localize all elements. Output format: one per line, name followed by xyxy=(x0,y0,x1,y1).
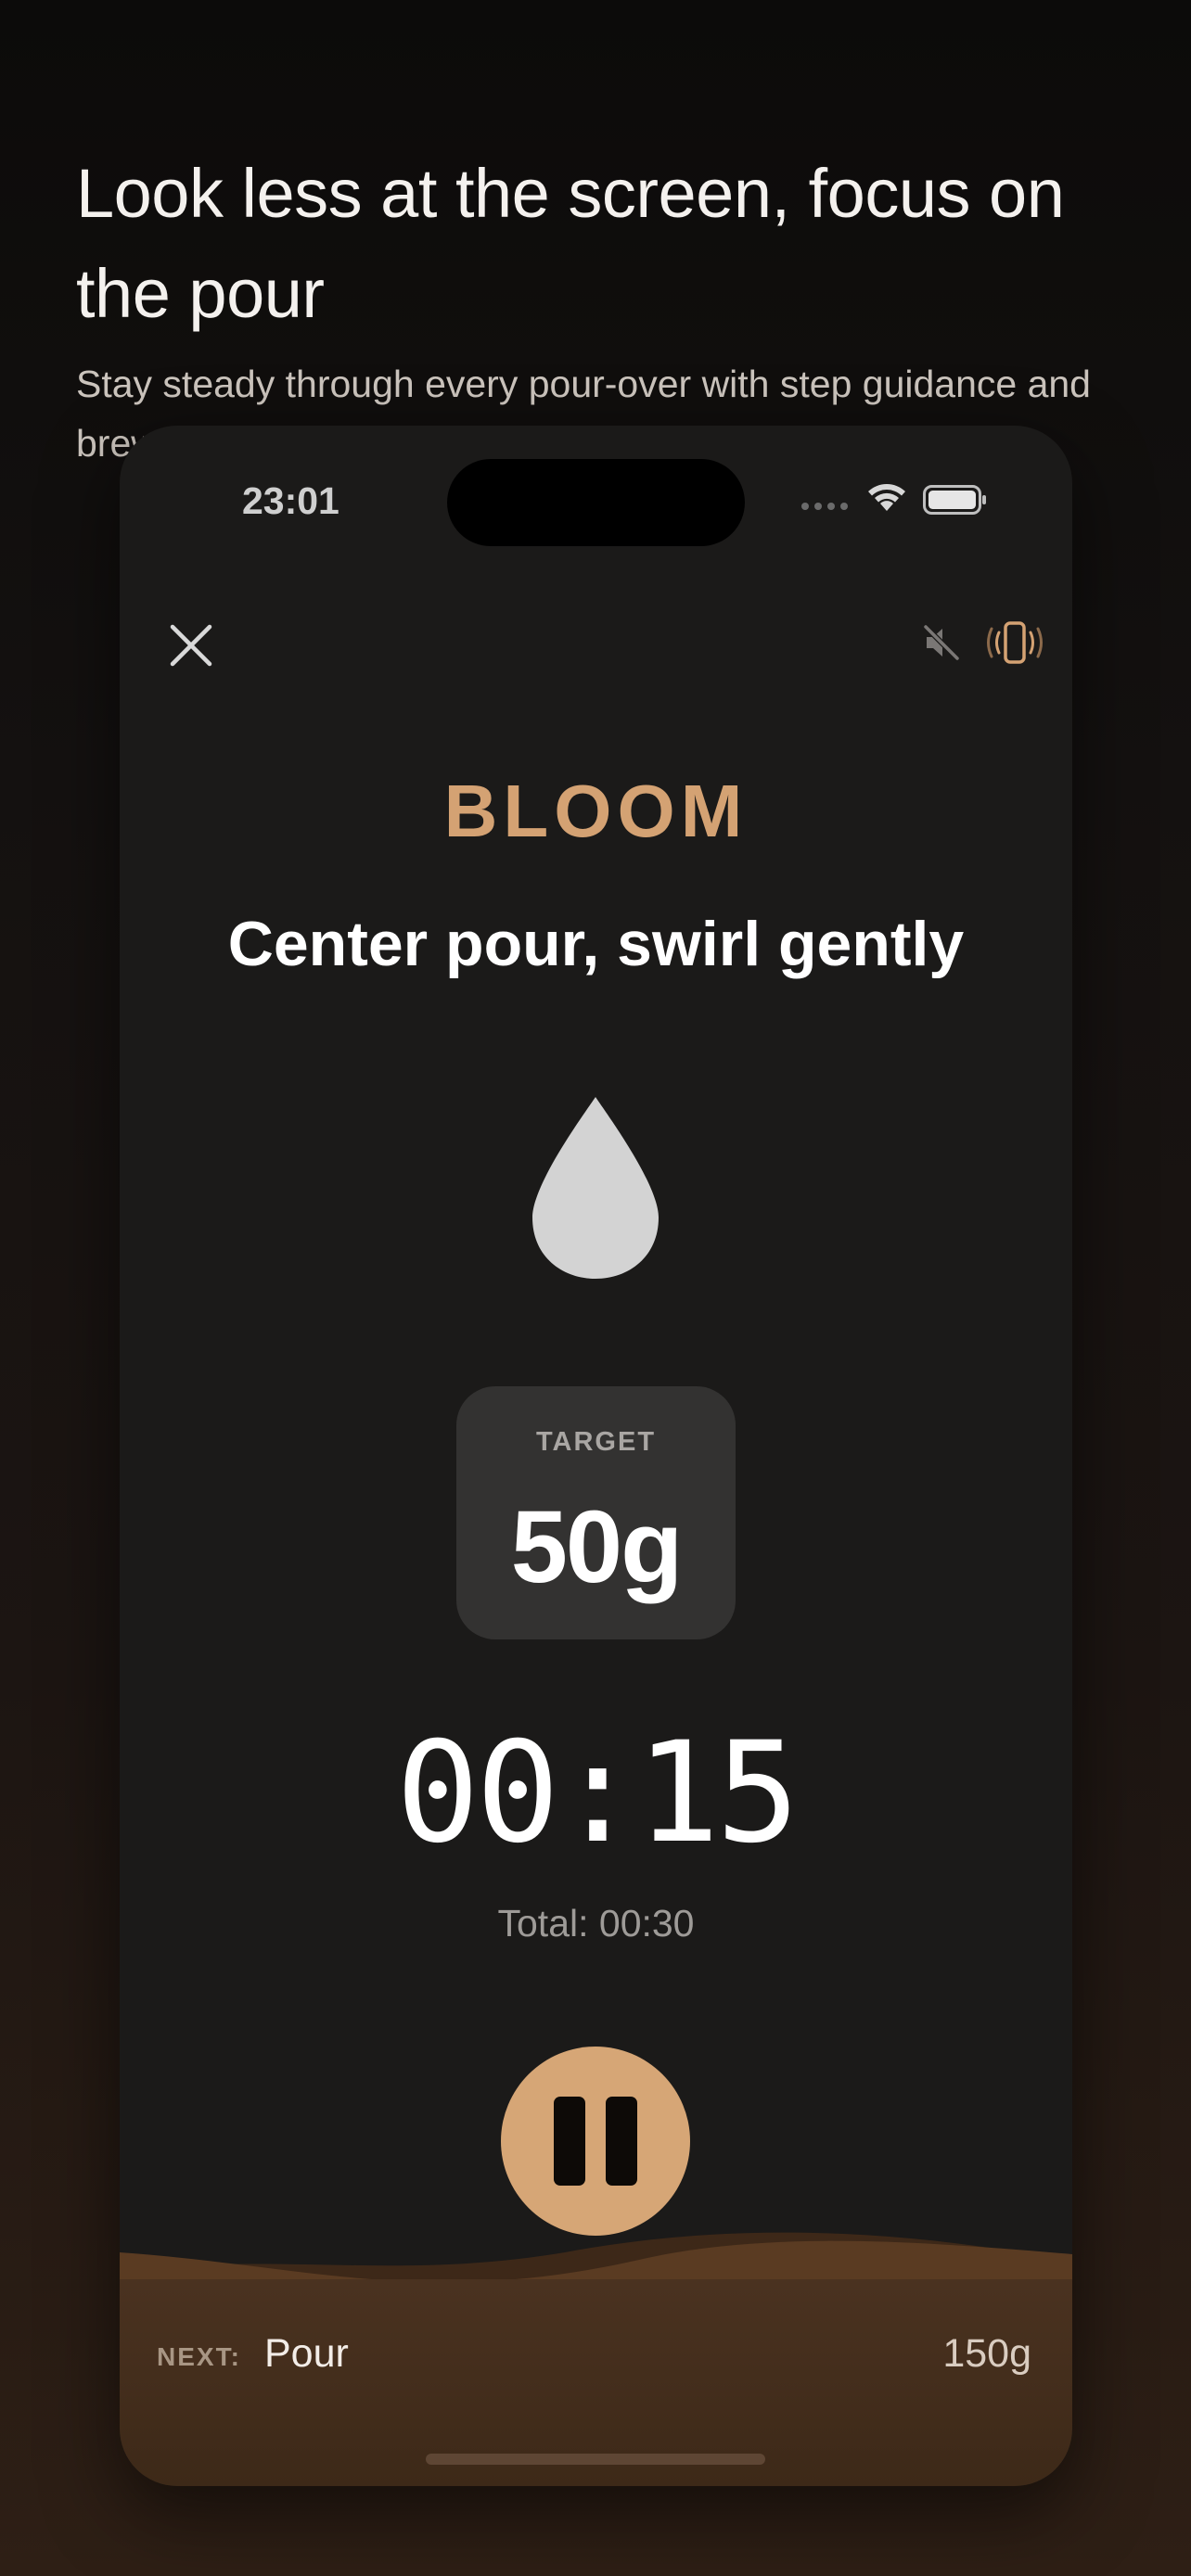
close-button[interactable] xyxy=(157,611,225,680)
mute-sound-button[interactable] xyxy=(921,622,962,668)
step-timer: 00:15 xyxy=(395,1713,800,1874)
step-instruction: Center pour, swirl gently xyxy=(227,909,965,979)
vibration-toggle[interactable] xyxy=(982,618,1047,671)
phone-vibrate-icon xyxy=(987,621,1043,664)
cellular-dots-icon xyxy=(801,503,850,510)
next-step-bar: NEXT: Pour 150g xyxy=(120,2279,1072,2486)
dynamic-island xyxy=(447,459,745,546)
phone-frame: 23:01 BLOOM Center pour, swirl gently TA… xyxy=(120,426,1072,2486)
next-step-amount: 150g xyxy=(942,2331,1031,2376)
wifi-icon xyxy=(868,484,905,511)
speaker-muted-icon xyxy=(922,623,961,662)
next-label: NEXT: xyxy=(157,2342,241,2371)
battery-icon xyxy=(923,485,986,515)
target-card: TARGET 50g xyxy=(456,1386,736,1639)
pause-icon xyxy=(554,2097,585,2186)
target-label: TARGET xyxy=(535,1427,657,1457)
step-title: BLOOM xyxy=(443,770,749,852)
water-drop-icon xyxy=(532,1097,659,1279)
home-indicator[interactable] xyxy=(426,2454,765,2465)
close-icon xyxy=(170,624,212,667)
target-value: 50g xyxy=(510,1490,684,1604)
total-time: Total: 00:30 xyxy=(497,1902,695,1945)
pause-button[interactable] xyxy=(501,2047,690,2236)
status-time: 23:01 xyxy=(242,479,339,522)
promo-headline: Look less at the screen, focus on the po… xyxy=(76,155,1065,332)
next-step-name: Pour xyxy=(264,2331,349,2376)
pause-icon xyxy=(606,2097,637,2186)
